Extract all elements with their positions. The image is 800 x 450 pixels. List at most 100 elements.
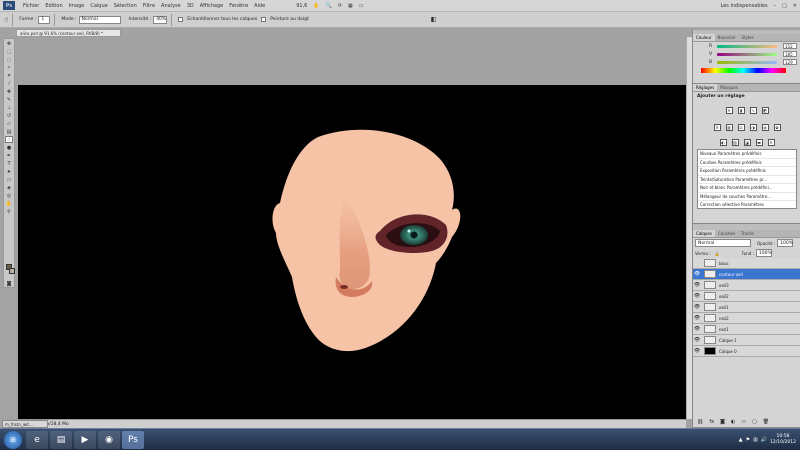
menu-filtre[interactable]: Filtre: [140, 3, 158, 9]
photoshop-task-icon[interactable]: Ps: [122, 430, 144, 449]
mask-icon[interactable]: ◙: [720, 419, 725, 425]
start-button[interactable]: ⊞: [4, 430, 22, 449]
layer-row[interactable]: 👁 nez2: [693, 313, 800, 324]
invert-icon[interactable]: ◐: [719, 139, 727, 146]
tablet-pressure-icon[interactable]: ◧: [431, 16, 437, 23]
crop-tool-icon[interactable]: ⌗: [5, 72, 13, 79]
folder-icon[interactable]: ▭: [741, 419, 746, 425]
minimized-window[interactable]: m_frozn_wit...: [2, 420, 48, 428]
history-brush-icon[interactable]: ↺: [5, 112, 13, 119]
brush-size-field[interactable]: 1: [38, 15, 51, 24]
menu-fichier[interactable]: Fichier: [20, 3, 42, 9]
mode-select[interactable]: Normal: [78, 15, 121, 24]
layer-row[interactable]: 👁 oeil3: [693, 280, 800, 291]
eyedropper-tool-icon[interactable]: ⁄: [5, 80, 13, 87]
tab-couches[interactable]: Couches: [715, 230, 738, 237]
network-icon[interactable]: ▥: [753, 437, 758, 443]
pen-tool-icon[interactable]: ✒: [5, 152, 13, 159]
exposure-icon[interactable]: ◩: [761, 107, 769, 114]
eraser-tool-icon[interactable]: ▱: [5, 120, 13, 127]
blue-slider[interactable]: [717, 60, 777, 64]
hand-tool-icon[interactable]: ✋: [5, 200, 13, 207]
adjustment-layer-icon[interactable]: ◐: [731, 419, 735, 425]
eye-icon[interactable]: 👁: [693, 293, 701, 299]
magic-wand-icon[interactable]: ✧: [5, 64, 13, 71]
path-select-icon[interactable]: ➤: [5, 168, 13, 175]
zoom-tool-icon[interactable]: ⚲: [5, 208, 13, 215]
menu-fenetre[interactable]: Fenêtre: [226, 3, 251, 9]
minimize-icon[interactable]: –: [771, 3, 780, 9]
sample-all-checkbox[interactable]: [178, 17, 184, 22]
green-slider[interactable]: [717, 52, 777, 56]
eye-icon[interactable]: 👁: [693, 271, 701, 277]
media-player-icon[interactable]: ▶: [74, 430, 96, 449]
opacity-field[interactable]: 100%: [777, 239, 794, 247]
3d-rotate-icon[interactable]: ◈: [5, 184, 13, 191]
clock[interactable]: 10:58 12/10/2012: [770, 434, 796, 446]
hand-icon[interactable]: ✋: [310, 3, 322, 9]
menu-3d[interactable]: 3D: [184, 3, 197, 9]
fx-icon[interactable]: fx: [709, 419, 714, 425]
menu-image[interactable]: Image: [66, 3, 88, 9]
arrange-icon[interactable]: ▭: [356, 3, 367, 9]
menu-selection[interactable]: Sélection: [111, 3, 140, 9]
zoom-level[interactable]: 91,6: [293, 3, 310, 9]
vibrance-icon[interactable]: V: [713, 124, 721, 131]
menu-affichage[interactable]: Affichage: [197, 3, 227, 9]
healing-brush-icon[interactable]: ✚: [5, 88, 13, 95]
levels-icon[interactable]: ▮: [737, 107, 745, 114]
document-tab[interactable]: alice.psd @ 91,6% (contour oeil, RVB/8) …: [16, 29, 121, 37]
blend-mode-select[interactable]: Normal: [695, 239, 751, 247]
menu-calque[interactable]: Calque: [87, 3, 110, 9]
layer-row[interactable]: 👁 oeil2: [693, 291, 800, 302]
menu-aide[interactable]: Aide: [251, 3, 268, 9]
smudge-tool-icon[interactable]: ☝: [5, 136, 13, 143]
green-value[interactable]: 185: [783, 51, 797, 57]
preset-item[interactable]: Noir et blanc Paramètres prédéfini...: [698, 184, 796, 193]
gradient-tool-icon[interactable]: ▤: [5, 128, 13, 135]
eye-icon[interactable]: 👁: [693, 315, 701, 321]
close-icon[interactable]: ✕: [790, 3, 800, 9]
flag-icon[interactable]: ⚑: [746, 437, 750, 443]
eye-icon[interactable]: 👁: [693, 304, 701, 310]
move-tool-icon[interactable]: ✥: [5, 40, 13, 47]
menu-edition[interactable]: Edition: [42, 3, 65, 9]
firefox-icon[interactable]: ◉: [98, 430, 120, 449]
tab-nuancier[interactable]: Nuancier: [715, 34, 739, 41]
preset-item[interactable]: Exposition Paramètres prédéfinis: [698, 167, 796, 176]
eye-icon[interactable]: 👁: [693, 282, 701, 288]
tab-traces[interactable]: Tracés: [738, 230, 757, 237]
tab-calques[interactable]: Calques: [693, 230, 715, 237]
document-canvas[interactable]: [18, 85, 686, 419]
threshold-icon[interactable]: ◪: [743, 139, 751, 146]
dodge-tool-icon[interactable]: ●: [5, 144, 13, 151]
red-slider[interactable]: [717, 44, 777, 48]
layer-row[interactable]: bouc: [693, 258, 800, 269]
red-value[interactable]: 152: [783, 43, 797, 49]
preset-item[interactable]: Teinte/Saturation Paramètres pr...: [698, 176, 796, 184]
ie-icon[interactable]: e: [26, 430, 48, 449]
shape-tool-icon[interactable]: ▭: [5, 176, 13, 183]
eye-icon[interactable]: 👁: [693, 326, 701, 332]
layer-row[interactable]: 👁 oeil1: [693, 302, 800, 313]
grid-icon[interactable]: ▦: [345, 3, 356, 9]
trash-icon[interactable]: 🗑: [763, 419, 769, 425]
clone-stamp-icon[interactable]: ⊥: [5, 104, 13, 111]
explorer-icon[interactable]: ▤: [50, 430, 72, 449]
preset-item[interactable]: Mélangeur de couches Paramètre...: [698, 193, 796, 201]
link-icon[interactable]: ⛓: [697, 419, 703, 425]
blue-value[interactable]: 129: [783, 59, 797, 65]
gradient-map-icon[interactable]: ▬: [755, 139, 763, 146]
tray-arrow-icon[interactable]: ▲: [739, 437, 743, 443]
tab-styles[interactable]: Styles: [738, 34, 756, 41]
layer-row[interactable]: 👁 Calque 1: [693, 335, 800, 346]
posterize-icon[interactable]: ▨: [731, 139, 739, 146]
layer-row[interactable]: 👁 contour oeil: [693, 269, 800, 280]
layer-row[interactable]: 👁 nez1: [693, 324, 800, 335]
tab-reglages[interactable]: Réglages: [693, 84, 718, 91]
intensite-field[interactable]: 40%: [153, 15, 168, 24]
brightness-icon[interactable]: ☀: [725, 107, 733, 114]
type-tool-icon[interactable]: T: [5, 160, 13, 167]
black-white-icon[interactable]: ◑: [749, 124, 757, 131]
eye-icon[interactable]: 👁: [693, 337, 701, 343]
